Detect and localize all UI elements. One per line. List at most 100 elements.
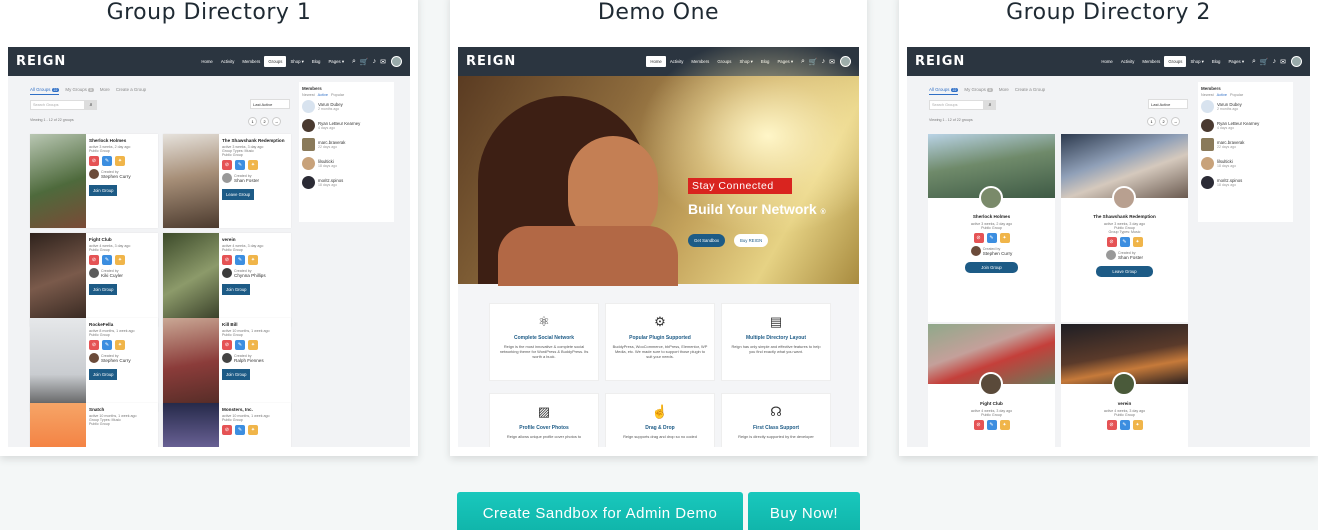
edit-icon[interactable]: ✎ bbox=[1119, 237, 1130, 247]
group-name[interactable]: verein bbox=[1061, 401, 1188, 406]
tab-active[interactable]: Active bbox=[318, 93, 328, 97]
bell-icon[interactable]: ♪ bbox=[1273, 58, 1277, 65]
tab-more[interactable]: More bbox=[100, 87, 110, 95]
badge-icon[interactable]: ✦ bbox=[115, 255, 125, 265]
unsubscribe-icon[interactable]: ⊘ bbox=[89, 255, 99, 265]
edit-icon[interactable]: ✎ bbox=[986, 233, 997, 243]
group-name[interactable]: The Shawshank Redemption bbox=[1061, 214, 1188, 219]
search-input[interactable]: Search Groups bbox=[30, 100, 85, 110]
badge-icon[interactable]: ✦ bbox=[1132, 420, 1143, 430]
nav-groups[interactable]: Groups bbox=[1164, 56, 1187, 67]
nav-pages[interactable]: Pages ▾ bbox=[324, 56, 348, 68]
badge-icon[interactable]: ✦ bbox=[115, 156, 125, 166]
tab-popular[interactable]: Popular bbox=[1230, 93, 1243, 97]
group-card[interactable]: Snatch active 10 months, 1 week ago Grou… bbox=[30, 403, 158, 447]
group-name[interactable]: Fight Club bbox=[928, 401, 1055, 406]
unsubscribe-icon[interactable]: ⊘ bbox=[973, 420, 984, 430]
demo-card-group-directory-1[interactable]: Group Directory 1 REIGN Home Activity Me… bbox=[0, 0, 418, 456]
nav-activity[interactable]: Activity bbox=[217, 56, 239, 67]
tab-my-groups[interactable]: My Groups 0 bbox=[65, 87, 94, 95]
creator-avatar[interactable] bbox=[222, 173, 232, 183]
leave-group-button[interactable]: Leave Group bbox=[1096, 266, 1153, 277]
creator-avatar[interactable] bbox=[89, 268, 99, 278]
unsubscribe-icon[interactable]: ⊘ bbox=[973, 233, 984, 243]
edit-icon[interactable]: ✎ bbox=[102, 156, 112, 166]
page-1[interactable]: 1 bbox=[248, 117, 257, 126]
group-image[interactable] bbox=[163, 403, 219, 447]
group-card[interactable]: Monsters, Inc. active 10 months, 1 week … bbox=[163, 403, 291, 447]
group-image[interactable] bbox=[163, 233, 219, 327]
nav-pages[interactable]: Pages ▾ bbox=[1224, 56, 1248, 68]
join-group-button[interactable]: Join Group bbox=[89, 284, 118, 295]
tab-all-groups[interactable]: All Groups 22 bbox=[30, 87, 60, 95]
search-icon[interactable]: ⌕ bbox=[352, 58, 356, 66]
creator-avatar[interactable] bbox=[89, 169, 99, 179]
tab-all-groups[interactable]: All Groups 22 bbox=[929, 87, 959, 95]
member-avatar[interactable] bbox=[1201, 176, 1214, 189]
unsubscribe-icon[interactable]: ⊘ bbox=[222, 340, 232, 350]
page-2[interactable]: 2 bbox=[1159, 117, 1168, 126]
buy-now-button[interactable]: Buy Now! bbox=[748, 492, 860, 530]
member-item[interactable]: Ryan LeBeur Kearney 4 days ago bbox=[1198, 116, 1293, 135]
screenshot-preview[interactable]: REIGN Home Activity Members Groups Shop … bbox=[458, 47, 859, 447]
nav-members[interactable]: Members bbox=[1138, 56, 1164, 67]
group-card[interactable]: Sherlock Holmes active 3 weeks, 2 day ag… bbox=[928, 134, 1055, 322]
get-sandbox-button[interactable]: Get Sandbox bbox=[688, 234, 726, 247]
member-avatar[interactable] bbox=[1201, 138, 1214, 151]
edit-icon[interactable]: ✎ bbox=[235, 340, 245, 350]
member-avatar[interactable] bbox=[302, 138, 315, 151]
edit-icon[interactable]: ✎ bbox=[1119, 420, 1130, 430]
member-item[interactable]: marc.braverak 22 days ago bbox=[299, 135, 394, 154]
demo-card-group-directory-2[interactable]: Group Directory 2 REIGN Home Activity Me… bbox=[899, 0, 1318, 456]
group-avatar[interactable] bbox=[1112, 372, 1136, 396]
group-card[interactable]: Kill Bill active 10 months, 1 week ago P… bbox=[163, 318, 291, 412]
group-image[interactable] bbox=[30, 233, 86, 327]
create-sandbox-button[interactable]: Create Sandbox for Admin Demo bbox=[457, 492, 743, 530]
member-item[interactable]: marc.braverak 22 days ago bbox=[1198, 135, 1293, 154]
unsubscribe-icon[interactable]: ⊘ bbox=[1106, 420, 1117, 430]
group-card[interactable]: Fight Club active 4 weeks, 3 day ago Pub… bbox=[928, 324, 1055, 447]
group-card[interactable]: The Shawshank Redemption active 3 weeks,… bbox=[1061, 134, 1188, 322]
unsubscribe-icon[interactable]: ⊘ bbox=[1106, 237, 1117, 247]
message-icon[interactable]: ✉ bbox=[1280, 58, 1286, 66]
member-avatar[interactable] bbox=[302, 176, 315, 189]
badge-icon[interactable]: ✦ bbox=[999, 233, 1010, 243]
cart-icon[interactable]: 🛒 bbox=[360, 58, 369, 66]
search-button[interactable]: ⌕ bbox=[85, 100, 97, 110]
nav-shop[interactable]: Shop ▾ bbox=[1186, 56, 1207, 68]
creator-name[interactable]: Shan Foster bbox=[1118, 255, 1143, 260]
member-item[interactable]: Varun Dubey 2 months ago bbox=[299, 97, 394, 116]
edit-icon[interactable]: ✎ bbox=[235, 160, 245, 170]
group-card[interactable]: The Shawshank Redemption active 3 weeks,… bbox=[163, 134, 291, 228]
badge-icon[interactable]: ✦ bbox=[248, 425, 258, 435]
sort-select[interactable]: Last Active bbox=[1148, 99, 1188, 109]
nav-blog[interactable]: Blog bbox=[308, 56, 325, 67]
member-item[interactable]: lilsulticki 18 days ago bbox=[299, 154, 394, 173]
leave-group-button[interactable]: Leave Group bbox=[222, 189, 255, 200]
member-item[interactable]: moritz.spinos 18 days ago bbox=[299, 173, 394, 192]
member-avatar[interactable] bbox=[1201, 119, 1214, 132]
edit-icon[interactable]: ✎ bbox=[102, 340, 112, 350]
tab-create-group[interactable]: Create a Group bbox=[1015, 87, 1045, 95]
member-item[interactable]: Varun Dubey 2 months ago bbox=[1198, 97, 1293, 116]
member-item[interactable]: moritz.spinos 18 days ago bbox=[1198, 173, 1293, 192]
badge-icon[interactable]: ✦ bbox=[248, 160, 258, 170]
page-next[interactable]: → bbox=[272, 117, 281, 126]
unsubscribe-icon[interactable]: ⊘ bbox=[222, 255, 232, 265]
creator-avatar[interactable] bbox=[970, 246, 981, 256]
badge-icon[interactable]: ✦ bbox=[115, 340, 125, 350]
avatar[interactable] bbox=[391, 56, 402, 67]
group-avatar[interactable] bbox=[979, 372, 1003, 396]
group-card[interactable]: verein active 4 weeks, 3 day ago Public … bbox=[163, 233, 291, 327]
avatar[interactable] bbox=[1291, 56, 1302, 67]
member-avatar[interactable] bbox=[302, 157, 315, 170]
unsubscribe-icon[interactable]: ⊘ bbox=[222, 160, 232, 170]
tab-newest[interactable]: Newest bbox=[302, 93, 315, 97]
cart-icon[interactable]: 🛒 bbox=[1260, 58, 1269, 66]
page-2[interactable]: 2 bbox=[260, 117, 269, 126]
bell-icon[interactable]: ♪ bbox=[373, 58, 377, 65]
join-group-button[interactable]: Join Group bbox=[89, 185, 118, 196]
member-avatar[interactable] bbox=[1201, 100, 1214, 113]
group-name[interactable]: Sherlock Holmes bbox=[89, 138, 155, 143]
creator-name[interactable]: Ralph Fiennes bbox=[234, 358, 264, 363]
